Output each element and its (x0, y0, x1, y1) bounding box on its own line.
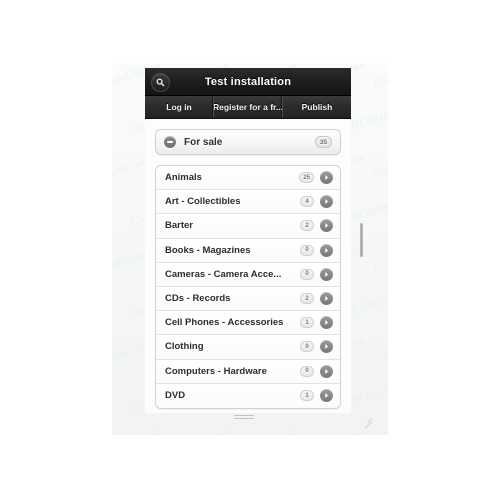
list-item-count-badge: 0 (300, 365, 314, 377)
list-item-count-badge: 0 (300, 244, 314, 256)
page-title: Test installation (204, 75, 292, 88)
list-item-label: Books - Magazines (165, 244, 251, 256)
watermark-text: CodeCanyon (236, 428, 299, 435)
list-item-label: Clothing (165, 341, 204, 353)
screenshot-canvas: CodeCanyon CodeCanyon CodeCanyon CodeCanyon… (0, 0, 500, 500)
chevron-right-icon[interactable] (320, 292, 333, 306)
category-list: Animals 25 Art - Collectibles 4 Barter 2 Books… (155, 165, 341, 409)
list-item[interactable]: Animals 25 (156, 166, 340, 191)
watermark-text: CodeCanyon (372, 428, 388, 435)
list-item-label: Animals (165, 172, 202, 184)
section-title: For sale (184, 136, 223, 148)
list-item[interactable]: DVD 1 (156, 383, 340, 408)
tab-log-in[interactable]: Log in (145, 96, 214, 118)
chevron-right-icon[interactable] (320, 195, 333, 209)
watermark-text: CodeCanyon (112, 428, 163, 435)
tabbar: Log in Register for a fr... Publish (145, 96, 351, 119)
drag-handle[interactable] (234, 415, 254, 421)
list-item-count-badge: 0 (300, 268, 314, 280)
app-titlebar: Test installation (145, 68, 351, 96)
chevron-right-icon[interactable] (320, 316, 333, 330)
list-item-count-badge: 2 (300, 293, 314, 305)
list-item-count-badge: 4 (300, 196, 314, 208)
watermark-text: CodeCanyon (371, 151, 388, 183)
chevron-right-icon[interactable] (320, 171, 333, 185)
list-item-count-badge: 1 (300, 390, 314, 402)
list-item[interactable]: Computers - Hardware 0 (156, 359, 340, 384)
list-item-count-badge: 0 (300, 341, 314, 353)
chevron-right-icon[interactable] (320, 364, 333, 378)
mobile-app-frame: Test installation Log in Register for a … (145, 68, 351, 413)
list-item[interactable]: Cell Phones - Accessories 1 (156, 311, 340, 336)
list-item-label: CDs - Records (165, 293, 231, 305)
chevron-right-icon[interactable] (320, 219, 333, 233)
list-item-count-badge: 1 (300, 317, 314, 329)
list-item[interactable]: Barter 2 (156, 214, 340, 239)
chevron-right-icon[interactable] (320, 389, 333, 403)
resize-grip[interactable] (362, 413, 373, 429)
list-item[interactable]: Clothing 0 (156, 335, 340, 360)
watermark-text: CodeCanyon (371, 243, 388, 275)
section-header-for-sale[interactable]: For sale 35 (155, 129, 341, 155)
search-button[interactable] (151, 73, 170, 92)
chevron-right-icon[interactable] (320, 340, 333, 354)
watermark-text: CodeCanyon (168, 428, 231, 435)
list-item-count-badge: 25 (299, 172, 314, 184)
watermark-text: CodeCanyon (371, 63, 388, 91)
list-item[interactable]: Cameras - Camera Acce... 0 (156, 262, 340, 287)
list-item-label: Computers - Hardware (165, 365, 267, 377)
list-item-label: Barter (165, 220, 193, 232)
vertical-scrollbar[interactable] (358, 223, 365, 263)
chevron-right-icon[interactable] (320, 267, 333, 281)
section-count-badge: 35 (315, 136, 332, 148)
list-item-label: Cell Phones - Accessories (165, 317, 284, 329)
tab-register[interactable]: Register for a fr... (214, 96, 283, 118)
list-item[interactable]: Books - Magazines 0 (156, 238, 340, 263)
tab-publish[interactable]: Publish (283, 96, 351, 118)
watermark-text: CodeCanyon (371, 335, 388, 367)
product-preview-panel: CodeCanyon CodeCanyon CodeCanyon CodeCanyon… (112, 63, 388, 435)
list-item-count-badge: 2 (300, 220, 314, 232)
chevron-right-icon[interactable] (320, 243, 333, 257)
list-item[interactable]: Art - Collectibles 4 (156, 190, 340, 215)
list-item-label: Cameras - Camera Acce... (165, 268, 282, 280)
list-item-label: DVD (165, 390, 186, 402)
app-content: For sale 35 Animals 25 Art - Collectibles 4… (145, 119, 351, 413)
list-item-label: Art - Collectibles (165, 196, 241, 208)
minus-circle-icon[interactable] (164, 136, 176, 148)
watermark-text: CodeCanyon (304, 428, 367, 435)
search-icon (156, 78, 165, 87)
list-item[interactable]: CDs - Records 2 (156, 286, 340, 312)
scrollbar-thumb[interactable] (360, 223, 363, 257)
